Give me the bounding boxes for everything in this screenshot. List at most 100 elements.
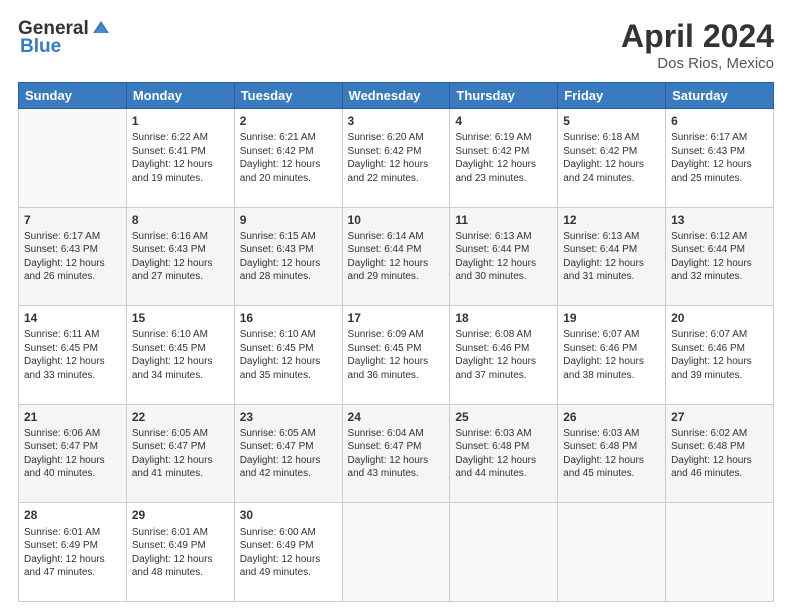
col-wednesday: Wednesday	[342, 83, 450, 109]
day-number: 21	[24, 409, 121, 425]
table-row: 16Sunrise: 6:10 AMSunset: 6:45 PMDayligh…	[234, 306, 342, 405]
day-number: 7	[24, 212, 121, 228]
table-row: 1Sunrise: 6:22 AMSunset: 6:41 PMDaylight…	[126, 109, 234, 208]
table-row: 5 Sunrise: 6:18 AM Sunset: 6:42 PM Daylight…	[558, 109, 666, 208]
table-row: 29Sunrise: 6:01 AMSunset: 6:49 PMDayligh…	[126, 503, 234, 602]
table-row: 2Sunrise: 6:21 AMSunset: 6:42 PMDaylight…	[234, 109, 342, 208]
day-info-line: Sunrise: 6:12 AM	[671, 231, 747, 242]
day-number: 6	[671, 113, 768, 129]
table-row: 21Sunrise: 6:06 AMSunset: 6:47 PMDayligh…	[19, 404, 127, 503]
day-info-line: Sunset: 6:42 PM	[563, 146, 637, 157]
day-info-line: Sunset: 6:48 PM	[671, 441, 745, 452]
day-info-line: Daylight: 12 hours and 28 minutes.	[240, 258, 321, 283]
day-info-line: Sunrise: 6:03 AM	[455, 428, 531, 439]
col-tuesday: Tuesday	[234, 83, 342, 109]
day-info-line: Sunset: 6:49 PM	[132, 540, 206, 551]
day-info-line: Sunset: 6:48 PM	[563, 441, 637, 452]
table-row: 7Sunrise: 6:17 AMSunset: 6:43 PMDaylight…	[19, 207, 127, 306]
day-info-line: Daylight: 12 hours and 35 minutes.	[240, 356, 321, 381]
day-info-line: Sunrise: 6:18 AM	[563, 132, 639, 143]
day-info-line: Sunset: 6:45 PM	[240, 343, 314, 354]
day-info-line: Daylight: 12 hours and 25 minutes.	[671, 159, 752, 184]
col-friday: Friday	[558, 83, 666, 109]
day-info-line: Sunrise: 6:21 AM	[240, 132, 316, 143]
table-row: 22Sunrise: 6:05 AMSunset: 6:47 PMDayligh…	[126, 404, 234, 503]
day-info-line: Sunset: 6:49 PM	[24, 540, 98, 551]
day-info-line: Sunset: 6:41 PM	[132, 146, 206, 157]
table-row: 26Sunrise: 6:03 AMSunset: 6:48 PMDayligh…	[558, 404, 666, 503]
day-info-line: Sunrise: 6:20 AM	[348, 132, 424, 143]
day-info-line: Sunrise: 6:08 AM	[455, 329, 531, 340]
day-info-line: Sunrise: 6:02 AM	[671, 428, 747, 439]
day-info-line: Daylight: 12 hours and 42 minutes.	[240, 455, 321, 480]
day-info-line: Sunset: 6:47 PM	[132, 441, 206, 452]
day-info-line: Sunset: 6:43 PM	[132, 244, 206, 255]
calendar: Sunday Monday Tuesday Wednesday Thursday…	[18, 82, 774, 602]
day-info-line: Sunrise: 6:22 AM	[132, 132, 208, 143]
day-number: 10	[348, 212, 445, 228]
day-info-line: Sunset: 6:44 PM	[348, 244, 422, 255]
day-number: 18	[455, 310, 552, 326]
table-row: 8Sunrise: 6:16 AMSunset: 6:43 PMDaylight…	[126, 207, 234, 306]
day-info-line: Sunrise: 6:05 AM	[132, 428, 208, 439]
table-row	[450, 503, 558, 602]
day-number: 8	[132, 212, 229, 228]
day-number: 27	[671, 409, 768, 425]
table-row: 11Sunrise: 6:13 AMSunset: 6:44 PMDayligh…	[450, 207, 558, 306]
col-monday: Monday	[126, 83, 234, 109]
day-info-line: Daylight: 12 hours and 38 minutes.	[563, 356, 644, 381]
calendar-header-row: Sunday Monday Tuesday Wednesday Thursday…	[19, 83, 774, 109]
day-info-line: Sunset: 6:47 PM	[348, 441, 422, 452]
day-info-line: Sunset: 6:43 PM	[671, 146, 745, 157]
day-number: 3	[348, 113, 445, 129]
day-info-line: Sunset: 6:47 PM	[240, 441, 314, 452]
col-saturday: Saturday	[666, 83, 774, 109]
table-row: 17Sunrise: 6:09 AMSunset: 6:45 PMDayligh…	[342, 306, 450, 405]
day-info-line: Daylight: 12 hours and 20 minutes.	[240, 159, 321, 184]
day-info-line: Sunrise: 6:05 AM	[240, 428, 316, 439]
table-row: 4Sunrise: 6:19 AMSunset: 6:42 PMDaylight…	[450, 109, 558, 208]
day-info-line: Sunrise: 6:01 AM	[24, 527, 100, 538]
table-row: 23Sunrise: 6:05 AMSunset: 6:47 PMDayligh…	[234, 404, 342, 503]
day-info-line: Daylight: 12 hours and 34 minutes.	[132, 356, 213, 381]
day-info-line: Sunset: 6:48 PM	[455, 441, 529, 452]
day-number: 30	[240, 507, 337, 523]
day-info-line: Daylight: 12 hours and 48 minutes.	[132, 554, 213, 579]
day-info-line: Sunrise: 6:01 AM	[132, 527, 208, 538]
calendar-week-1: 7Sunrise: 6:17 AMSunset: 6:43 PMDaylight…	[19, 207, 774, 306]
day-info-line: Sunrise: 6:14 AM	[348, 231, 424, 242]
col-thursday: Thursday	[450, 83, 558, 109]
day-number: 1	[132, 113, 229, 129]
day-info-line: Sunset: 6:42 PM	[348, 146, 422, 157]
logo-blue: Blue	[20, 36, 61, 58]
day-info-line: Daylight: 12 hours and 24 minutes.	[563, 159, 644, 184]
day-info-line: Sunset: 6:47 PM	[24, 441, 98, 452]
day-number: 13	[671, 212, 768, 228]
day-info-line: Daylight: 12 hours and 43 minutes.	[348, 455, 429, 480]
day-info-line: Sunrise: 6:03 AM	[563, 428, 639, 439]
day-info-line: Sunrise: 6:04 AM	[348, 428, 424, 439]
day-number: 11	[455, 212, 552, 228]
table-row: 18Sunrise: 6:08 AMSunset: 6:46 PMDayligh…	[450, 306, 558, 405]
day-number: 9	[240, 212, 337, 228]
day-info-line: Sunset: 6:49 PM	[240, 540, 314, 551]
day-number: 26	[563, 409, 660, 425]
day-info-line: Daylight: 12 hours and 26 minutes.	[24, 258, 105, 283]
day-info-line: Daylight: 12 hours and 22 minutes.	[348, 159, 429, 184]
day-info-line: Sunset: 6:45 PM	[132, 343, 206, 354]
day-info-line: Sunset: 6:43 PM	[24, 244, 98, 255]
day-number: 24	[348, 409, 445, 425]
day-info-line: Daylight: 12 hours and 36 minutes.	[348, 356, 429, 381]
table-row: 30Sunrise: 6:00 AMSunset: 6:49 PMDayligh…	[234, 503, 342, 602]
table-row: 15Sunrise: 6:10 AMSunset: 6:45 PMDayligh…	[126, 306, 234, 405]
calendar-week-0: 1 Sunrise: 6:22 AM Sunset: 6:41 PM Daylight…	[19, 109, 774, 208]
table-row: 6Sunrise: 6:17 AMSunset: 6:43 PMDaylight…	[666, 109, 774, 208]
day-number: 5	[563, 113, 660, 129]
table-row	[558, 503, 666, 602]
day-info-line: Sunset: 6:46 PM	[671, 343, 745, 354]
day-info-line: Sunrise: 6:10 AM	[240, 329, 316, 340]
logo: General Blue	[18, 18, 111, 58]
day-number: 2	[240, 113, 337, 129]
day-info-line: Daylight: 12 hours and 27 minutes.	[132, 258, 213, 283]
table-row: 13Sunrise: 6:12 AMSunset: 6:44 PMDayligh…	[666, 207, 774, 306]
